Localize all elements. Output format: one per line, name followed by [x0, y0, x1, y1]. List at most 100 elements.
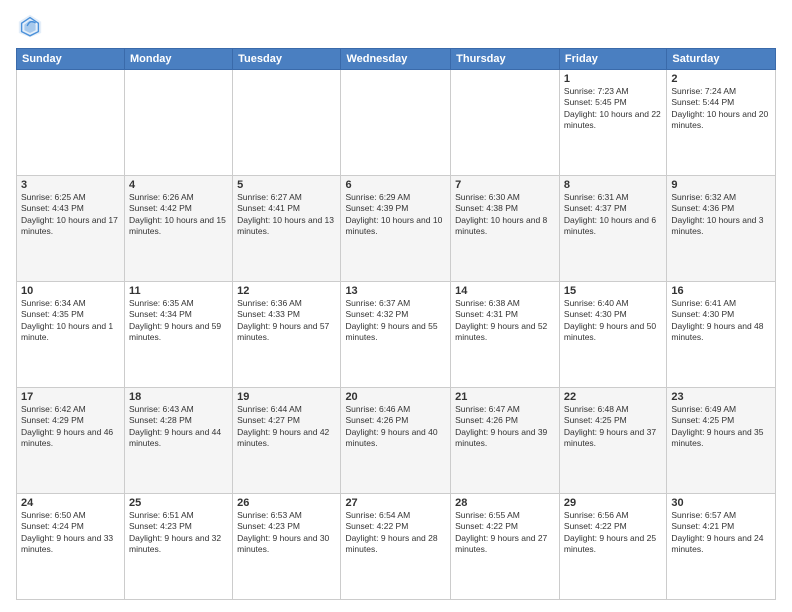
- day-cell: 13Sunrise: 6:37 AMSunset: 4:32 PMDayligh…: [341, 282, 451, 388]
- day-number: 12: [237, 285, 336, 297]
- day-info: Sunrise: 6:53 AMSunset: 4:23 PMDaylight:…: [237, 510, 336, 556]
- day-number: 6: [345, 179, 446, 191]
- day-cell: 2Sunrise: 7:24 AMSunset: 5:44 PMDaylight…: [667, 70, 776, 176]
- header: [16, 12, 776, 40]
- page: SundayMondayTuesdayWednesdayThursdayFrid…: [0, 0, 792, 612]
- day-cell: 4Sunrise: 6:26 AMSunset: 4:42 PMDaylight…: [124, 176, 232, 282]
- day-info: Sunrise: 6:31 AMSunset: 4:37 PMDaylight:…: [564, 192, 662, 238]
- day-info: Sunrise: 6:55 AMSunset: 4:22 PMDaylight:…: [455, 510, 555, 556]
- day-info: Sunrise: 6:44 AMSunset: 4:27 PMDaylight:…: [237, 404, 336, 450]
- day-cell: 20Sunrise: 6:46 AMSunset: 4:26 PMDayligh…: [341, 388, 451, 494]
- day-cell: 24Sunrise: 6:50 AMSunset: 4:24 PMDayligh…: [17, 494, 125, 600]
- day-number: 10: [21, 285, 120, 297]
- day-info: Sunrise: 6:26 AMSunset: 4:42 PMDaylight:…: [129, 192, 228, 238]
- day-cell: 29Sunrise: 6:56 AMSunset: 4:22 PMDayligh…: [559, 494, 666, 600]
- day-number: 17: [21, 391, 120, 403]
- day-cell: 22Sunrise: 6:48 AMSunset: 4:25 PMDayligh…: [559, 388, 666, 494]
- weekday-header-tuesday: Tuesday: [233, 49, 341, 70]
- day-number: 24: [21, 497, 120, 509]
- day-number: 9: [671, 179, 771, 191]
- day-info: Sunrise: 6:40 AMSunset: 4:30 PMDaylight:…: [564, 298, 662, 344]
- day-cell: 21Sunrise: 6:47 AMSunset: 4:26 PMDayligh…: [451, 388, 560, 494]
- day-cell: 26Sunrise: 6:53 AMSunset: 4:23 PMDayligh…: [233, 494, 341, 600]
- day-number: 8: [564, 179, 662, 191]
- day-info: Sunrise: 6:30 AMSunset: 4:38 PMDaylight:…: [455, 192, 555, 238]
- day-cell: 28Sunrise: 6:55 AMSunset: 4:22 PMDayligh…: [451, 494, 560, 600]
- day-cell: 14Sunrise: 6:38 AMSunset: 4:31 PMDayligh…: [451, 282, 560, 388]
- day-info: Sunrise: 6:47 AMSunset: 4:26 PMDaylight:…: [455, 404, 555, 450]
- day-cell: 27Sunrise: 6:54 AMSunset: 4:22 PMDayligh…: [341, 494, 451, 600]
- day-cell: 5Sunrise: 6:27 AMSunset: 4:41 PMDaylight…: [233, 176, 341, 282]
- day-number: 2: [671, 73, 771, 85]
- day-cell: 30Sunrise: 6:57 AMSunset: 4:21 PMDayligh…: [667, 494, 776, 600]
- day-number: 18: [129, 391, 228, 403]
- day-info: Sunrise: 6:51 AMSunset: 4:23 PMDaylight:…: [129, 510, 228, 556]
- day-number: 14: [455, 285, 555, 297]
- day-info: Sunrise: 6:29 AMSunset: 4:39 PMDaylight:…: [345, 192, 446, 238]
- day-info: Sunrise: 6:43 AMSunset: 4:28 PMDaylight:…: [129, 404, 228, 450]
- day-number: 28: [455, 497, 555, 509]
- day-info: Sunrise: 7:23 AMSunset: 5:45 PMDaylight:…: [564, 86, 662, 132]
- weekday-header-saturday: Saturday: [667, 49, 776, 70]
- day-info: Sunrise: 6:25 AMSunset: 4:43 PMDaylight:…: [21, 192, 120, 238]
- day-info: Sunrise: 6:57 AMSunset: 4:21 PMDaylight:…: [671, 510, 771, 556]
- day-number: 23: [671, 391, 771, 403]
- day-number: 21: [455, 391, 555, 403]
- week-row-2: 3Sunrise: 6:25 AMSunset: 4:43 PMDaylight…: [17, 176, 776, 282]
- day-number: 22: [564, 391, 662, 403]
- day-info: Sunrise: 6:48 AMSunset: 4:25 PMDaylight:…: [564, 404, 662, 450]
- day-number: 11: [129, 285, 228, 297]
- day-number: 15: [564, 285, 662, 297]
- weekday-header-wednesday: Wednesday: [341, 49, 451, 70]
- day-info: Sunrise: 6:56 AMSunset: 4:22 PMDaylight:…: [564, 510, 662, 556]
- day-info: Sunrise: 6:32 AMSunset: 4:36 PMDaylight:…: [671, 192, 771, 238]
- day-cell: 16Sunrise: 6:41 AMSunset: 4:30 PMDayligh…: [667, 282, 776, 388]
- day-number: 29: [564, 497, 662, 509]
- day-cell: 1Sunrise: 7:23 AMSunset: 5:45 PMDaylight…: [559, 70, 666, 176]
- weekday-header-thursday: Thursday: [451, 49, 560, 70]
- day-number: 4: [129, 179, 228, 191]
- day-cell: 8Sunrise: 6:31 AMSunset: 4:37 PMDaylight…: [559, 176, 666, 282]
- day-cell: 7Sunrise: 6:30 AMSunset: 4:38 PMDaylight…: [451, 176, 560, 282]
- week-row-5: 24Sunrise: 6:50 AMSunset: 4:24 PMDayligh…: [17, 494, 776, 600]
- day-number: 13: [345, 285, 446, 297]
- day-cell: [233, 70, 341, 176]
- day-number: 16: [671, 285, 771, 297]
- day-number: 20: [345, 391, 446, 403]
- day-number: 25: [129, 497, 228, 509]
- day-cell: 12Sunrise: 6:36 AMSunset: 4:33 PMDayligh…: [233, 282, 341, 388]
- day-cell: [451, 70, 560, 176]
- day-info: Sunrise: 6:50 AMSunset: 4:24 PMDaylight:…: [21, 510, 120, 556]
- day-cell: 19Sunrise: 6:44 AMSunset: 4:27 PMDayligh…: [233, 388, 341, 494]
- day-cell: [17, 70, 125, 176]
- day-number: 27: [345, 497, 446, 509]
- logo: [16, 12, 48, 40]
- week-row-3: 10Sunrise: 6:34 AMSunset: 4:35 PMDayligh…: [17, 282, 776, 388]
- day-info: Sunrise: 6:41 AMSunset: 4:30 PMDaylight:…: [671, 298, 771, 344]
- logo-icon: [16, 12, 44, 40]
- day-number: 1: [564, 73, 662, 85]
- day-info: Sunrise: 6:35 AMSunset: 4:34 PMDaylight:…: [129, 298, 228, 344]
- day-cell: 17Sunrise: 6:42 AMSunset: 4:29 PMDayligh…: [17, 388, 125, 494]
- week-row-4: 17Sunrise: 6:42 AMSunset: 4:29 PMDayligh…: [17, 388, 776, 494]
- day-info: Sunrise: 6:49 AMSunset: 4:25 PMDaylight:…: [671, 404, 771, 450]
- week-row-1: 1Sunrise: 7:23 AMSunset: 5:45 PMDaylight…: [17, 70, 776, 176]
- day-info: Sunrise: 6:42 AMSunset: 4:29 PMDaylight:…: [21, 404, 120, 450]
- day-cell: 25Sunrise: 6:51 AMSunset: 4:23 PMDayligh…: [124, 494, 232, 600]
- weekday-header-friday: Friday: [559, 49, 666, 70]
- day-cell: 6Sunrise: 6:29 AMSunset: 4:39 PMDaylight…: [341, 176, 451, 282]
- day-number: 7: [455, 179, 555, 191]
- day-info: Sunrise: 6:38 AMSunset: 4:31 PMDaylight:…: [455, 298, 555, 344]
- day-number: 26: [237, 497, 336, 509]
- day-cell: 15Sunrise: 6:40 AMSunset: 4:30 PMDayligh…: [559, 282, 666, 388]
- day-info: Sunrise: 6:46 AMSunset: 4:26 PMDaylight:…: [345, 404, 446, 450]
- day-number: 3: [21, 179, 120, 191]
- weekday-header-sunday: Sunday: [17, 49, 125, 70]
- day-info: Sunrise: 6:37 AMSunset: 4:32 PMDaylight:…: [345, 298, 446, 344]
- day-cell: [124, 70, 232, 176]
- day-cell: 11Sunrise: 6:35 AMSunset: 4:34 PMDayligh…: [124, 282, 232, 388]
- day-number: 19: [237, 391, 336, 403]
- day-number: 5: [237, 179, 336, 191]
- day-cell: 10Sunrise: 6:34 AMSunset: 4:35 PMDayligh…: [17, 282, 125, 388]
- day-cell: 9Sunrise: 6:32 AMSunset: 4:36 PMDaylight…: [667, 176, 776, 282]
